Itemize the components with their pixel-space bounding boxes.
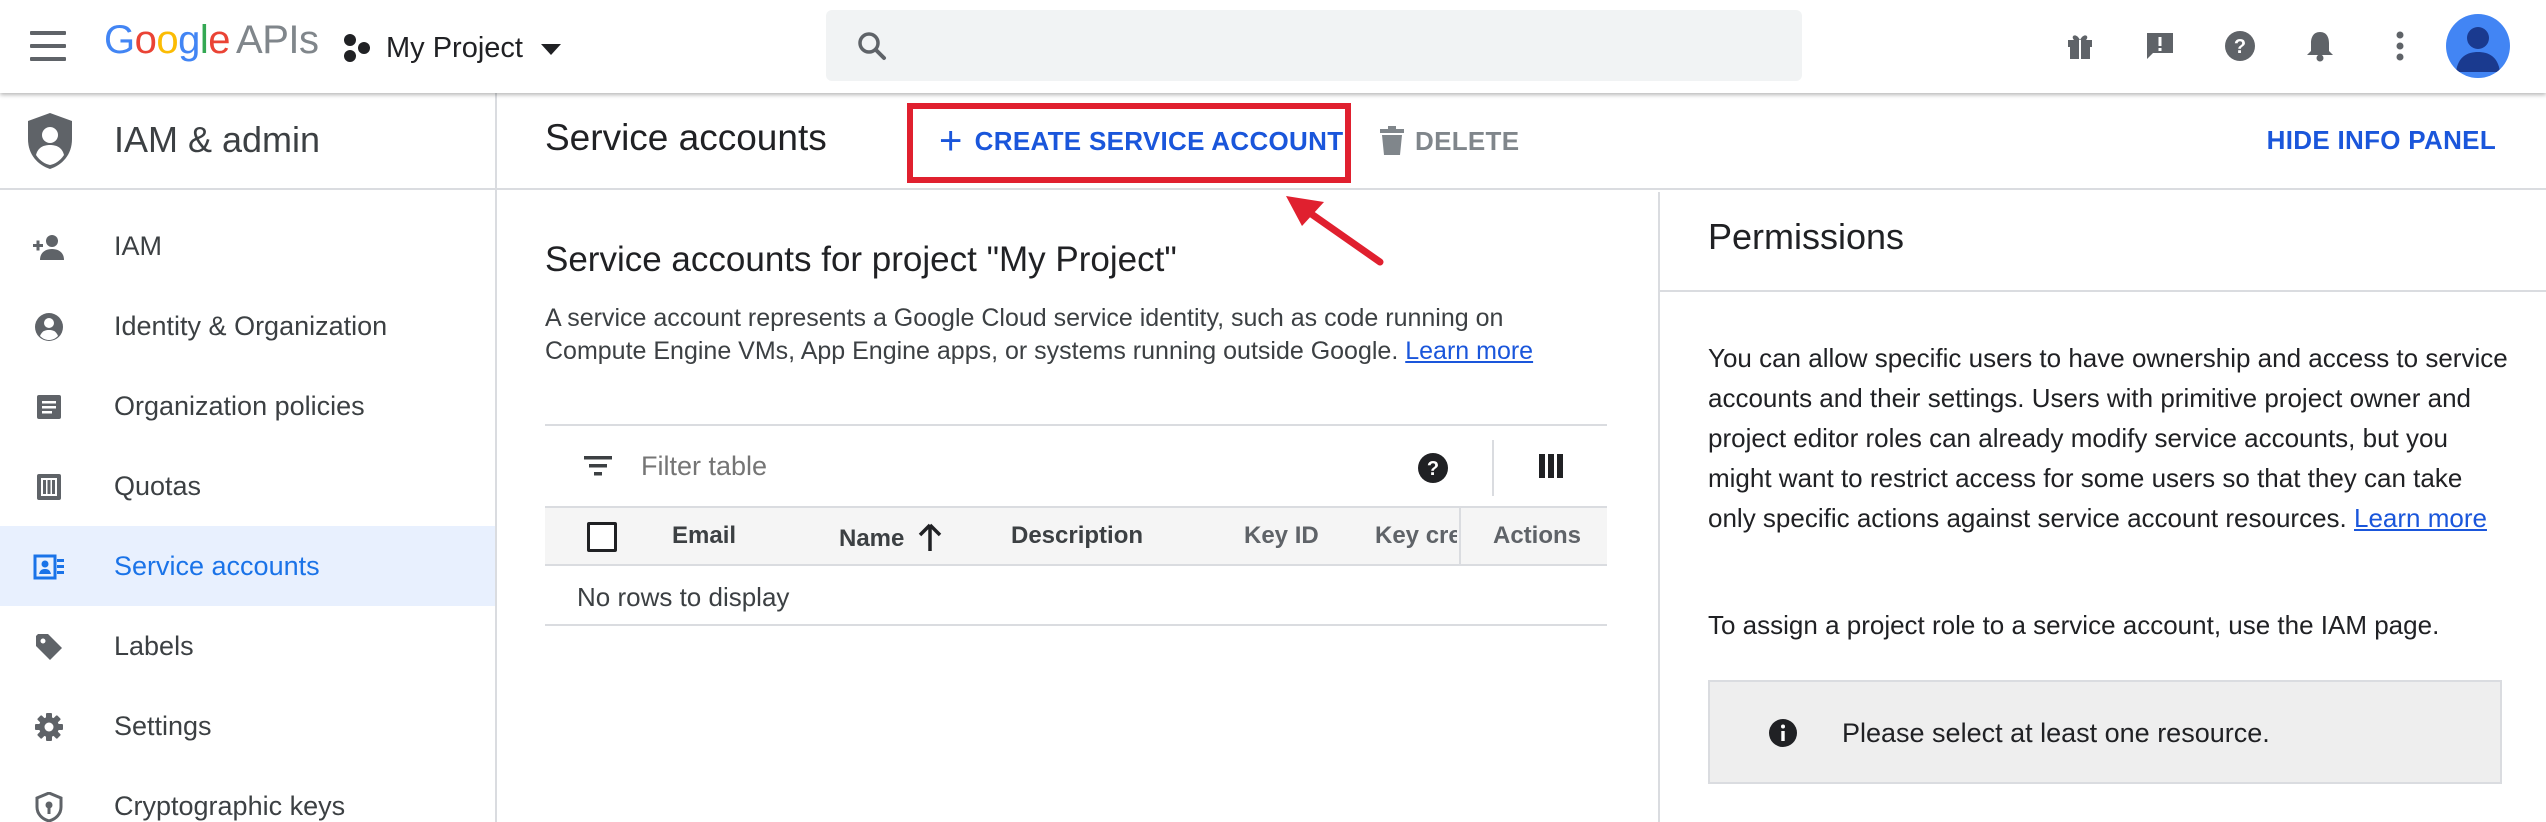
column-name[interactable]: Name [839, 522, 943, 553]
sidebar-item-labels[interactable]: Labels [0, 606, 495, 686]
empty-message: No rows to display [577, 582, 790, 612]
svg-text:?: ? [1427, 458, 1439, 480]
main-content: Service accounts for project "My Project… [497, 192, 1658, 822]
project-selector[interactable]: My Project [342, 26, 571, 70]
hamburger-menu-icon[interactable] [26, 26, 70, 66]
table-header: Email Name Description Key ID Key creati… [545, 506, 1607, 566]
info-panel-assign-text: To assign a project role to a service ac… [1708, 610, 2440, 640]
gear-icon [32, 710, 66, 744]
column-description[interactable]: Description [1011, 522, 1143, 550]
sidebar-item-service-accounts[interactable]: Service accounts [0, 526, 495, 606]
learn-more-link[interactable]: Learn more [1405, 337, 1533, 365]
delete-button[interactable]: DELETE [1379, 119, 1519, 163]
label-icon [32, 630, 66, 664]
table-filter-bar: ? [545, 424, 1607, 506]
sidebar-item-quotas[interactable]: Quotas [0, 446, 495, 526]
project-dots-icon [344, 34, 370, 62]
notice-text: Please select at least one resource. [1842, 718, 2270, 748]
sort-arrow-up-icon [918, 523, 942, 551]
quota-icon [32, 470, 66, 504]
svg-text:?: ? [2234, 36, 2246, 58]
sidebar: IAM & admin IAM Identity & Organization … [0, 93, 497, 822]
select-all-checkbox[interactable] [587, 522, 617, 552]
description: A service account represents a Google Cl… [545, 304, 1534, 365]
help-icon[interactable]: ? [2220, 26, 2260, 66]
info-panel-title: Permissions [1708, 216, 1905, 257]
column-key-creation[interactable]: Key creation date [1375, 522, 1457, 550]
chevron-down-icon [540, 44, 561, 55]
divider [1492, 440, 1494, 496]
page-title: Service accounts [545, 117, 827, 158]
account-circle-icon [32, 310, 66, 344]
info-panel-text: You can allow specific users to have own… [1708, 343, 2508, 533]
divider [1660, 290, 2546, 292]
column-divider [1459, 508, 1461, 566]
column-actions: Actions [1493, 522, 1582, 549]
info-learn-more-link[interactable]: Learn more [2354, 503, 2487, 533]
shield-icon [28, 113, 72, 169]
annotation-arrow [1286, 196, 1384, 266]
sidebar-item-organization-policies[interactable]: Organization policies [0, 366, 495, 446]
project-name: My Project [386, 31, 523, 64]
section-title: Service accounts for project "My Project… [545, 240, 1177, 279]
feedback-icon[interactable] [2140, 26, 2180, 66]
table-empty-row: No rows to display [545, 566, 1607, 626]
sidebar-item-cryptographic-keys[interactable]: Cryptographic keys [0, 766, 495, 822]
help-icon[interactable]: ? [1417, 452, 1449, 484]
key-shield-icon [32, 790, 66, 822]
person-add-icon [32, 230, 66, 264]
user-avatar[interactable] [2446, 14, 2510, 78]
create-service-account-button[interactable]: + CREATE SERVICE ACCOUNT [939, 119, 1343, 163]
column-key-id[interactable]: Key ID [1244, 522, 1319, 550]
column-email[interactable]: Email [672, 522, 736, 550]
plus-icon: + [939, 119, 963, 163]
filter-icon [584, 456, 612, 476]
trash-icon [1380, 126, 1404, 155]
info-panel: Permissions You can allow specific users… [1658, 192, 2546, 822]
notifications-bell-icon[interactable] [2300, 26, 2340, 66]
sidebar-item-identity-organization[interactable]: Identity & Organization [0, 286, 495, 366]
gift-icon[interactable] [2060, 26, 2100, 66]
hide-info-panel-button[interactable]: HIDE INFO PANEL [2267, 125, 2496, 156]
resource-notice: Please select at least one resource. [1708, 680, 2502, 784]
filter-table-input[interactable] [641, 442, 1261, 490]
service-account-icon [32, 550, 66, 584]
search-input[interactable] [906, 20, 1776, 70]
document-icon [32, 390, 66, 424]
info-icon [1769, 719, 1797, 747]
more-vert-icon[interactable] [2380, 26, 2420, 66]
sidebar-item-settings[interactable]: Settings [0, 686, 495, 766]
sidebar-title: IAM & admin [114, 119, 321, 160]
top-bar: Google APIs My Project ? [0, 0, 2546, 93]
sidebar-item-iam[interactable]: IAM [0, 206, 495, 286]
search-bar[interactable] [826, 10, 1802, 81]
column-display-icon[interactable] [1537, 452, 1565, 480]
sidebar-header: IAM & admin [0, 93, 495, 190]
page-header: Service accounts + CREATE SERVICE ACCOUN… [497, 93, 2546, 190]
search-icon [858, 32, 886, 60]
google-apis-logo[interactable]: Google APIs [104, 18, 319, 63]
